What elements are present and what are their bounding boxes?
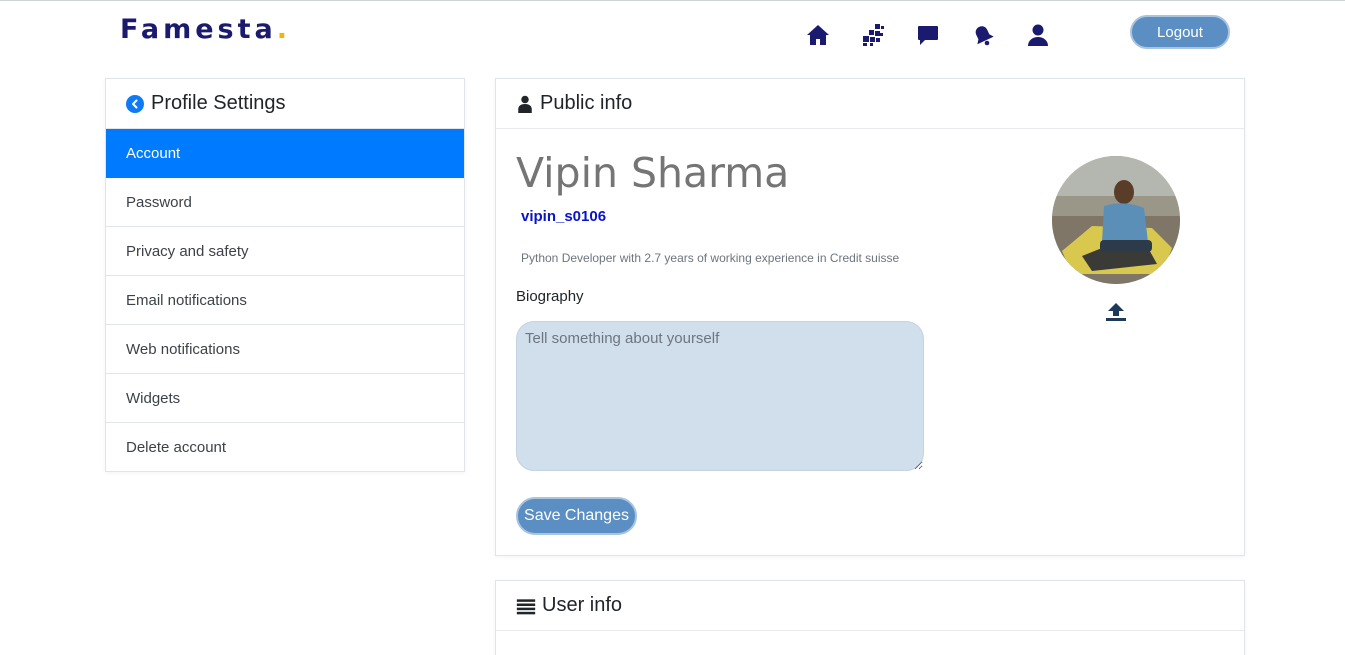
user-info-header: User info xyxy=(496,581,1244,631)
public-info-title: Public info xyxy=(540,92,633,114)
sidebar-item-delete-account[interactable]: Delete account xyxy=(106,423,464,472)
settings-sidebar: Profile Settings Account Password Privac… xyxy=(105,78,465,472)
bell-icon[interactable] xyxy=(970,22,996,48)
sidebar-item-privacy[interactable]: Privacy and safety xyxy=(106,227,464,276)
sidebar-item-widgets[interactable]: Widgets xyxy=(106,374,464,423)
username: vipin_s0106 xyxy=(521,208,607,225)
user-info-card: User info xyxy=(495,580,1245,655)
chat-icon[interactable] xyxy=(915,22,941,48)
brand-logo[interactable]: Famesta. xyxy=(120,14,291,45)
grid-icon[interactable] xyxy=(860,22,886,48)
top-border xyxy=(0,0,1345,1)
logout-button[interactable]: Logout xyxy=(1130,15,1230,49)
save-changes-button[interactable]: Save Changes xyxy=(516,497,637,535)
user-icon[interactable] xyxy=(1025,22,1051,48)
list-icon xyxy=(516,598,536,614)
tagline: Python Developer with 2.7 years of worki… xyxy=(521,251,900,265)
brand-name: Famesta xyxy=(120,14,277,45)
biography-label: Biography xyxy=(516,288,584,305)
full-name: Vipin Sharma xyxy=(516,149,790,197)
public-info-header: Public info xyxy=(496,79,1244,129)
biography-input[interactable] xyxy=(516,321,924,471)
back-icon[interactable] xyxy=(126,94,144,113)
sidebar-item-email-notifications[interactable]: Email notifications xyxy=(106,276,464,325)
sidebar-title: Profile Settings xyxy=(151,92,286,114)
upload-icon[interactable] xyxy=(1104,301,1128,323)
sidebar-header: Profile Settings xyxy=(106,79,464,129)
avatar[interactable] xyxy=(1052,156,1180,284)
public-info-card: Public info Vipin Sharma vipin_s0106 Pyt… xyxy=(495,78,1245,556)
sidebar-item-web-notifications[interactable]: Web notifications xyxy=(106,325,464,374)
sidebar-item-password[interactable]: Password xyxy=(106,178,464,227)
person-icon xyxy=(518,95,532,113)
home-icon[interactable] xyxy=(805,22,831,48)
user-info-title: User info xyxy=(542,594,623,616)
brand-dot: . xyxy=(276,14,291,45)
sidebar-item-account[interactable]: Account xyxy=(106,129,464,178)
